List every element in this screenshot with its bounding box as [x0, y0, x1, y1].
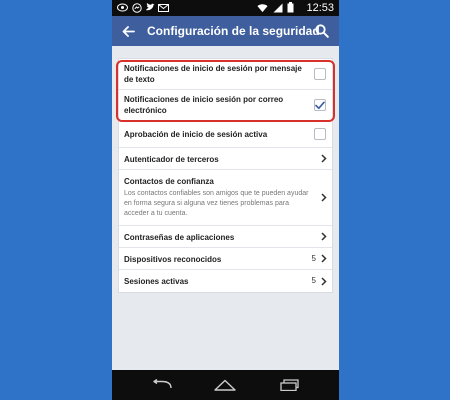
chevron-right-icon [320, 254, 328, 264]
recent-apps-icon[interactable] [276, 376, 300, 394]
setting-trusted-contacts[interactable]: Contactos de confianza Los contactos con… [119, 170, 332, 226]
phone-screen: 12:53 Configuración de la seguridad Noti… [112, 0, 339, 400]
setting-label: Contraseñas de aplicaciones [124, 233, 235, 242]
chevron-right-icon [320, 193, 328, 203]
setting-login-approvals[interactable]: Aprobación de inicio de sesión activa [119, 121, 332, 148]
setting-recognized-devices[interactable]: Dispositivos reconocidos 5 [119, 248, 332, 270]
twitter-icon [144, 2, 155, 13]
setting-label: Aprobación de inicio de sesión activa [124, 130, 268, 139]
clock-time: 12:53 [306, 2, 334, 14]
session-count: 5 [311, 276, 316, 285]
device-count: 5 [311, 253, 316, 263]
status-bar: 12:53 [112, 0, 339, 16]
page-title: Configuración de la seguridad [147, 24, 320, 38]
back-nav-icon[interactable] [150, 376, 174, 394]
chevron-right-icon [320, 232, 328, 242]
mail-icon [158, 2, 169, 13]
setting-label: Contactos de confianza [124, 177, 214, 186]
messenger-icon [131, 2, 142, 13]
navigation-bar [112, 370, 339, 400]
setting-active-sessions[interactable]: Sesiones activas 5 [119, 270, 332, 292]
search-icon[interactable] [313, 22, 331, 40]
login-approvals-checkbox[interactable] [314, 128, 326, 140]
eye-icon [117, 2, 128, 13]
setting-description: Los contactos confiables son amigos que … [124, 190, 309, 217]
setting-label: Sesiones activas [124, 277, 189, 286]
setting-third-party-authenticator[interactable]: Autenticador de terceros [119, 148, 332, 170]
arrow-left-icon[interactable] [118, 21, 138, 41]
setting-app-passwords[interactable]: Contraseñas de aplicaciones [119, 226, 332, 248]
signal-icon [272, 2, 283, 13]
wifi-icon [257, 2, 268, 13]
setting-label: Autenticador de terceros [124, 155, 219, 164]
chevron-right-icon [320, 276, 328, 286]
setting-label: Dispositivos reconocidos [124, 255, 222, 264]
chevron-right-icon [320, 154, 328, 164]
highlight-outline [116, 60, 335, 122]
app-bar: Configuración de la seguridad [112, 16, 339, 46]
battery-icon [285, 2, 296, 13]
home-nav-icon[interactable] [213, 376, 237, 394]
